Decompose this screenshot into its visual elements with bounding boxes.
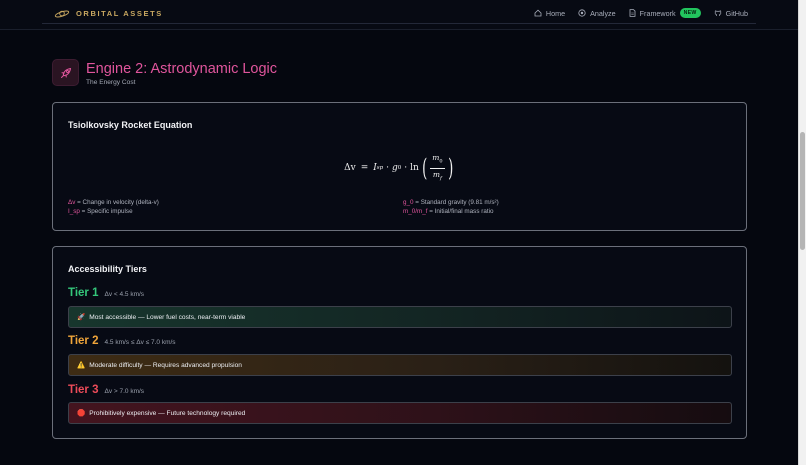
rocket-equation: Δv = Isp · g0 · ln ( m0 mf ) [53,151,746,185]
formula-ln: ln [410,163,419,173]
tier-3-description: 🛑 Prohibitively expensive — Future techn… [68,402,732,424]
card-title: Accessibility Tiers [68,264,147,274]
home-icon [534,9,542,17]
rocket-glyph [60,67,71,78]
definition-mass-ratio: m_0/m_f = Initial/final mass ratio [403,208,493,215]
tiers-card: Accessibility Tiers Tier 1 Δv < 4.5 km/s… [52,246,747,439]
orbital-logo-icon[interactable] [54,7,70,19]
page-title: Engine 2: Astrodynamic Logic [86,61,278,77]
left-paren: ( [421,154,428,182]
tier-text: Most accessible — Lower fuel costs, near… [89,313,246,321]
formula-equals: = [360,163,369,173]
equation-card: Tsiolkovsky Rocket Equation Δv = Isp · g… [52,102,747,231]
nav-link-label: GitHub [725,8,748,18]
tier-2-description: ⚠️ Moderate difficulty — Requires advanc… [68,354,732,376]
nav-link-framework[interactable]: Framework NEW [629,8,701,18]
document-icon [629,9,636,17]
formula-lhs: Δv [344,163,356,173]
definition-text: = Initial/final mass ratio [427,208,494,215]
nav-link-label: Analyze [590,8,616,18]
formula-g-sub: 0 [397,165,402,171]
warning-icon: ⚠️ [77,362,86,369]
formula-num-sub: 0 [439,158,443,165]
scrollbar[interactable] [798,0,806,465]
nav-bar: ORBITAL ASSETS Home Analyze Framework NE… [42,0,756,24]
tier-2-header: Tier 2 4.5 km/s ≤ Δv ≤ 7.0 km/s [68,335,176,347]
definition-key: I_sp [68,208,80,215]
tier-name: Tier 1 [68,287,99,299]
formula-isp-sub: sp [376,165,384,171]
nav-link-analyze[interactable]: Analyze [578,9,616,18]
github-icon [714,10,721,16]
tier-text: Prohibitively expensive — Future technol… [89,409,246,417]
formula-dot: · [386,163,390,173]
definition-text: = Change in velocity (delta-v) [75,199,159,206]
tier-range: Δv > 7.0 km/s [104,388,145,395]
stop-icon: 🛑 [77,410,86,417]
formula-dot: · [404,163,408,173]
tier-range: Δv < 4.5 km/s [104,291,145,298]
definition-text: = Specific impulse [79,208,133,215]
page-subtitle: The Energy Cost [86,79,136,86]
definition-text: = Standard gravity (9.81 m/s²) [413,199,499,206]
nav-links: Home Analyze Framework NEW GitHub [521,6,748,20]
scrollbar-thumb[interactable] [800,132,805,250]
new-badge: NEW [679,8,701,18]
tier-text: Moderate difficulty — Requires advanced … [89,361,242,369]
definition-key: g_0 [403,199,414,206]
nav-link-github[interactable]: GitHub [714,9,748,18]
formula-den: m [432,169,440,179]
tier-1-description: 🚀 Most accessible — Lower fuel costs, ne… [68,306,732,328]
tier-name: Tier 3 [68,384,99,396]
formula-den-sub: f [440,175,442,181]
right-paren: ) [447,154,453,182]
tier-1-header: Tier 1 Δv < 4.5 km/s [68,287,144,299]
definition-isp: I_sp = Specific impulse [68,208,133,215]
definition-delta-v: Δv = Change in velocity (delta-v) [68,199,159,206]
top-nav: ORBITAL ASSETS Home Analyze Framework NE… [0,0,798,30]
rocket-emoji-icon: 🚀 [77,314,86,321]
tier-name: Tier 2 [68,335,99,347]
tier-range: 4.5 km/s ≤ Δv ≤ 7.0 km/s [104,339,176,346]
rocket-icon [52,59,79,86]
analyze-icon [578,9,586,17]
definition-key: m_0/m_f [403,208,428,215]
mass-ratio-fraction: m0 mf [430,153,445,183]
nav-link-label: Framework [639,8,676,18]
nav-link-home[interactable]: Home [534,9,565,18]
card-title: Tsiolkovsky Rocket Equation [68,120,193,130]
nav-link-label: Home [545,8,566,18]
definition-g0: g_0 = Standard gravity (9.81 m/s²) [403,199,499,206]
tier-3-header: Tier 3 Δv > 7.0 km/s [68,384,144,396]
brand-name[interactable]: ORBITAL ASSETS [76,9,163,18]
